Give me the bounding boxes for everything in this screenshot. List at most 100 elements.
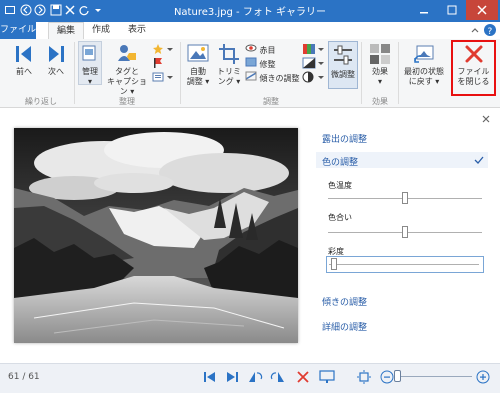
properties-button[interactable] xyxy=(152,71,176,86)
next-icon xyxy=(49,46,64,62)
straighten-label: 傾きの調整 xyxy=(259,74,300,83)
nav-group-label: 繰り返し xyxy=(25,97,57,106)
color-icon xyxy=(303,44,324,54)
close-window-button[interactable] xyxy=(466,0,498,20)
tab-create[interactable]: 作成 xyxy=(84,22,118,39)
crop-icon xyxy=(219,44,239,64)
contrast-icon xyxy=(302,71,324,83)
straighten-button[interactable]: 傾きの調整 xyxy=(245,71,305,83)
retouch-button[interactable]: 修整 xyxy=(245,57,300,69)
temperature-label: 色温度 xyxy=(328,181,352,190)
checkmark-icon xyxy=(474,155,484,165)
separator xyxy=(398,42,399,104)
ribbon-tab-bar: ファイル 編集 作成 表示 ? xyxy=(0,22,500,40)
status-bar: 61 / 61 xyxy=(0,363,500,393)
revert-button[interactable]: 最初の状態 に戻す ▾ xyxy=(400,43,448,87)
flag-button[interactable] xyxy=(152,57,176,72)
collapse-ribbon-icon[interactable] xyxy=(470,25,480,35)
tags-captions-button[interactable]: タグと キャプション ▾ xyxy=(104,43,150,97)
redeye-button[interactable]: 赤目 xyxy=(245,43,300,55)
temperature-thumb[interactable] xyxy=(402,192,408,204)
maximize-button[interactable] xyxy=(438,0,466,20)
minimize-button[interactable] xyxy=(410,0,438,20)
delete-icon xyxy=(297,371,309,383)
manage-label: 管理 xyxy=(82,67,98,76)
tags-label-2: キャプション xyxy=(107,77,147,96)
rotate-right-button[interactable] xyxy=(270,370,286,387)
tab-view[interactable]: 表示 xyxy=(120,22,154,39)
effects-group-label: 効果 xyxy=(372,97,388,106)
revert-label-1: 最初の状態 xyxy=(404,67,444,76)
fit-window-icon xyxy=(357,370,371,384)
tab-edit[interactable]: 編集 xyxy=(48,22,85,40)
next-photo-button[interactable] xyxy=(225,371,239,386)
effects-label: 効果 xyxy=(372,67,388,76)
retouch-label: 修整 xyxy=(259,60,276,69)
photo-counter: 61 / 61 xyxy=(8,372,40,382)
rating-button[interactable] xyxy=(152,43,176,58)
tab-file[interactable]: ファイル xyxy=(0,22,36,39)
fit-to-window-button[interactable] xyxy=(356,370,372,387)
close-panel-icon[interactable] xyxy=(480,113,492,125)
prev-icon xyxy=(16,46,31,62)
straighten-adjust-link[interactable]: 傾きの調整 xyxy=(322,295,367,308)
trim-button[interactable]: トリミ ング ▾ xyxy=(215,43,243,87)
auto-adjust-icon xyxy=(187,44,209,62)
tint-thumb[interactable] xyxy=(402,226,408,238)
photo-image xyxy=(14,128,298,343)
flag-icon xyxy=(154,58,162,68)
zoom-in-button[interactable] xyxy=(476,370,490,387)
fine-tune-button[interactable]: 微調整 xyxy=(328,41,358,89)
auto-label-1: 自動 xyxy=(190,67,206,76)
revert-icon xyxy=(414,45,434,63)
zoom-track[interactable] xyxy=(396,376,472,377)
prev-button[interactable]: 前へ xyxy=(8,43,40,77)
zoom-out-button[interactable] xyxy=(380,370,394,387)
exposure-adjust-link[interactable]: 露出の調整 xyxy=(322,132,367,145)
rotate-right-icon xyxy=(270,372,284,382)
saturation-slider[interactable] xyxy=(326,256,484,273)
retouch-icon xyxy=(245,57,257,67)
rotate-left-button[interactable] xyxy=(247,370,263,387)
star-icon xyxy=(153,44,173,54)
zoom-thumb[interactable] xyxy=(394,370,401,382)
auto-adjust-button[interactable]: 自動 調整 ▾ xyxy=(183,43,213,87)
color-button[interactable] xyxy=(302,43,326,58)
help-icon[interactable]: ? xyxy=(484,24,496,37)
redeye-icon xyxy=(245,44,257,52)
trim-label-1: トリミ xyxy=(217,67,241,76)
prev-icon xyxy=(204,372,215,382)
delete-photo-button[interactable] xyxy=(296,370,310,387)
slideshow-icon xyxy=(319,370,335,383)
saturation-thumb[interactable] xyxy=(331,258,337,270)
fine-tune-icon xyxy=(334,45,352,65)
tint-slider[interactable] xyxy=(328,226,482,240)
separator xyxy=(361,42,362,104)
redeye-label: 赤目 xyxy=(259,46,276,55)
ribbon: 前へ 次へ 繰り返し 管理 ▾ タグと キャプション ▾ 整理 自動 調整 ▾ … xyxy=(0,39,500,108)
photo-viewer[interactable] xyxy=(14,128,298,343)
revert-label-2: に戻す xyxy=(408,77,433,86)
prev-label: 前へ xyxy=(16,67,32,76)
temperature-slider[interactable] xyxy=(328,192,482,206)
contrast-button[interactable] xyxy=(302,71,326,86)
adjust-group-label: 調整 xyxy=(263,97,279,106)
slideshow-button[interactable] xyxy=(319,370,335,387)
chevron-down-icon: ▾ xyxy=(87,77,92,86)
title-bar: Nature3.jpg - フォト ギャラリー xyxy=(0,0,500,23)
fine-tune-label: 微調整 xyxy=(331,70,355,79)
effects-button[interactable]: 効果 ▾ xyxy=(365,43,395,87)
effects-icon xyxy=(370,44,390,64)
tag-person-icon xyxy=(118,45,136,61)
prev-photo-button[interactable] xyxy=(203,371,217,386)
tint-label: 色合い xyxy=(328,213,352,222)
next-button[interactable]: 次へ xyxy=(40,43,72,77)
saturation-track xyxy=(329,264,479,265)
close-file-highlight xyxy=(451,40,496,96)
exposure-button[interactable] xyxy=(302,57,326,72)
rotate-left-icon xyxy=(249,372,263,382)
tags-label-1: タグと xyxy=(115,67,139,76)
detail-adjust-link[interactable]: 詳細の調整 xyxy=(322,320,367,333)
color-adjust-link[interactable]: 色の調整 xyxy=(322,155,358,168)
trim-label-2: ング xyxy=(217,77,234,86)
